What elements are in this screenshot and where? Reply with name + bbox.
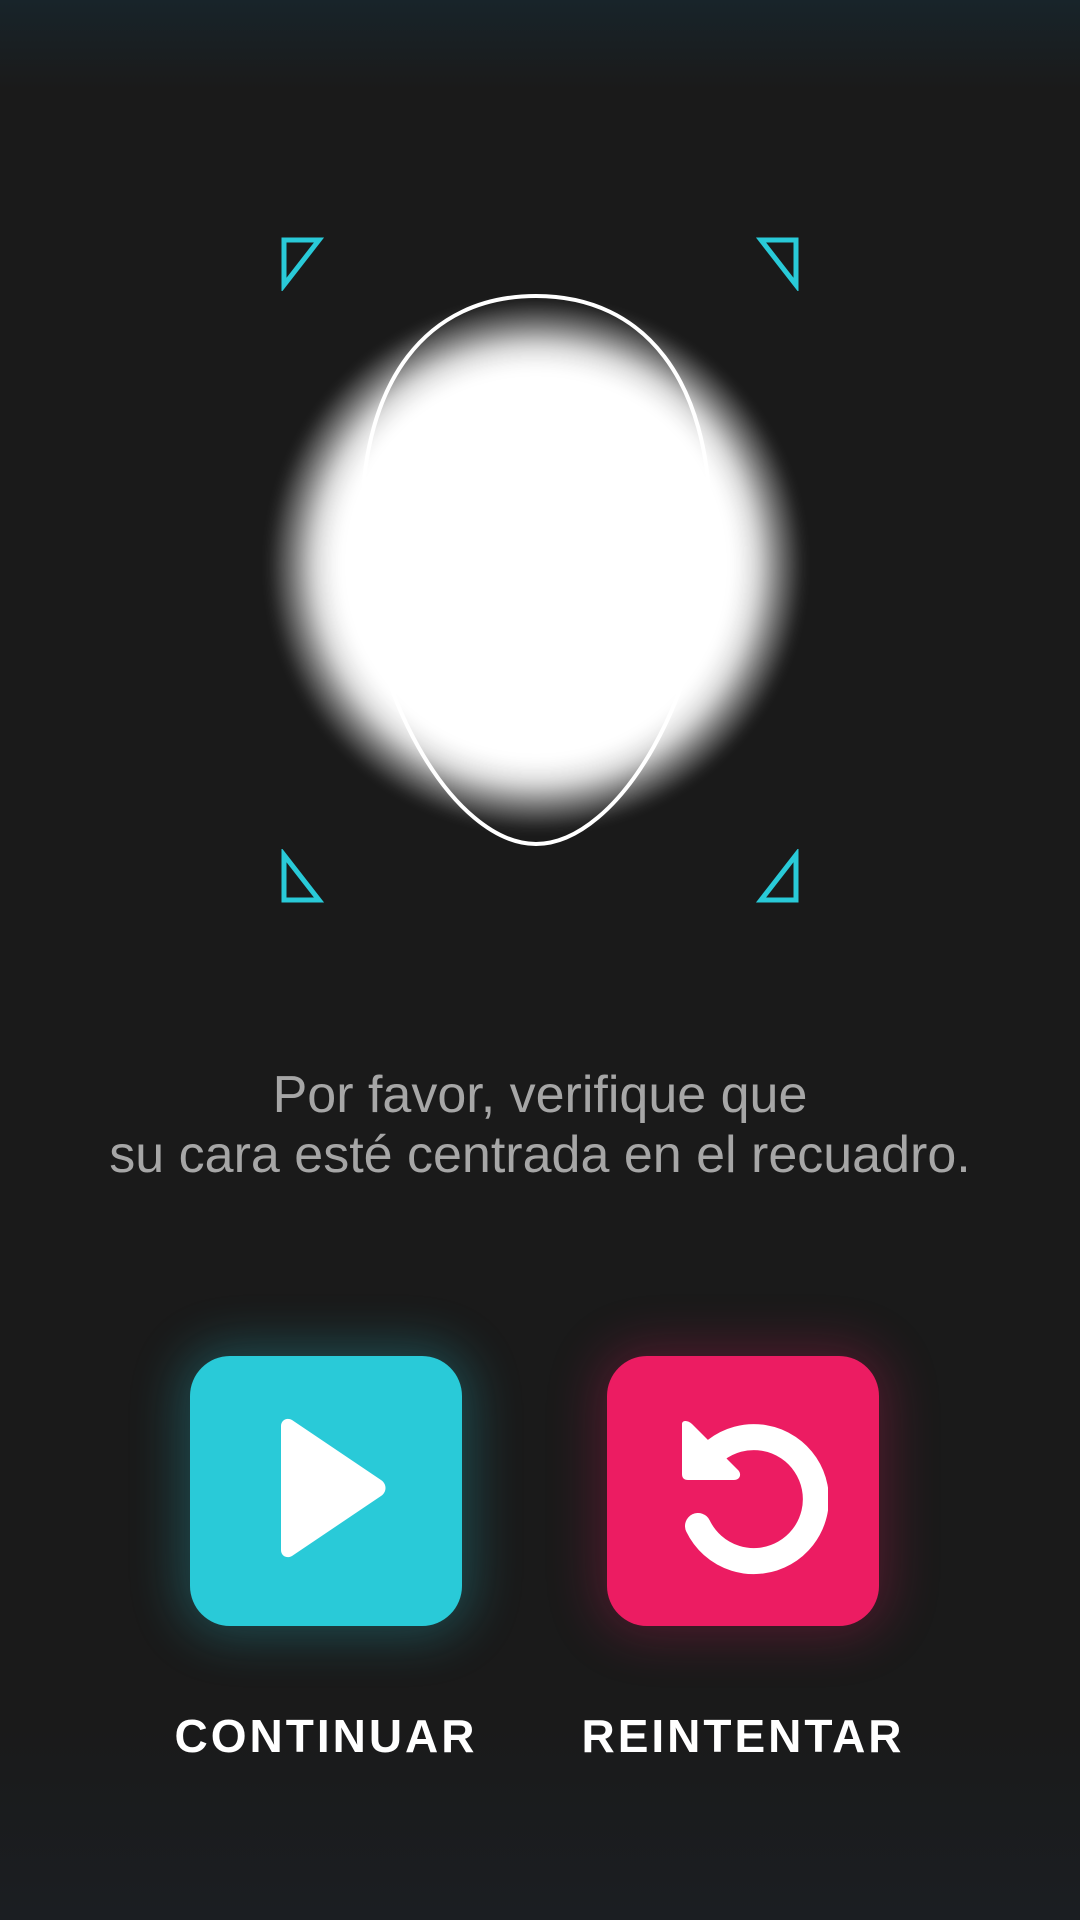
instruction-text: Por favor, verifique que su cara esté ce… <box>60 1065 1020 1185</box>
continue-button[interactable] <box>190 1356 462 1626</box>
face-outline-guide <box>356 292 716 848</box>
retry-label[interactable]: REINTENTAR <box>573 1708 913 1764</box>
retry-button[interactable] <box>607 1356 879 1626</box>
play-icon <box>190 1356 462 1626</box>
continue-label[interactable]: CONTINUAR <box>156 1708 496 1764</box>
corner-marker-bottom-left-icon <box>280 849 324 905</box>
retry-icon <box>607 1356 879 1626</box>
instruction-line-1: Por favor, verifique que <box>272 1066 808 1124</box>
corner-marker-top-left-icon <box>280 235 324 291</box>
face-verification-screen: Por favor, verifique que su cara esté ce… <box>0 0 1080 1920</box>
instruction-line-2: su cara esté centrada en el recuadro. <box>109 1126 971 1184</box>
corner-marker-top-right-icon <box>756 235 800 291</box>
corner-marker-bottom-right-icon <box>756 849 800 905</box>
